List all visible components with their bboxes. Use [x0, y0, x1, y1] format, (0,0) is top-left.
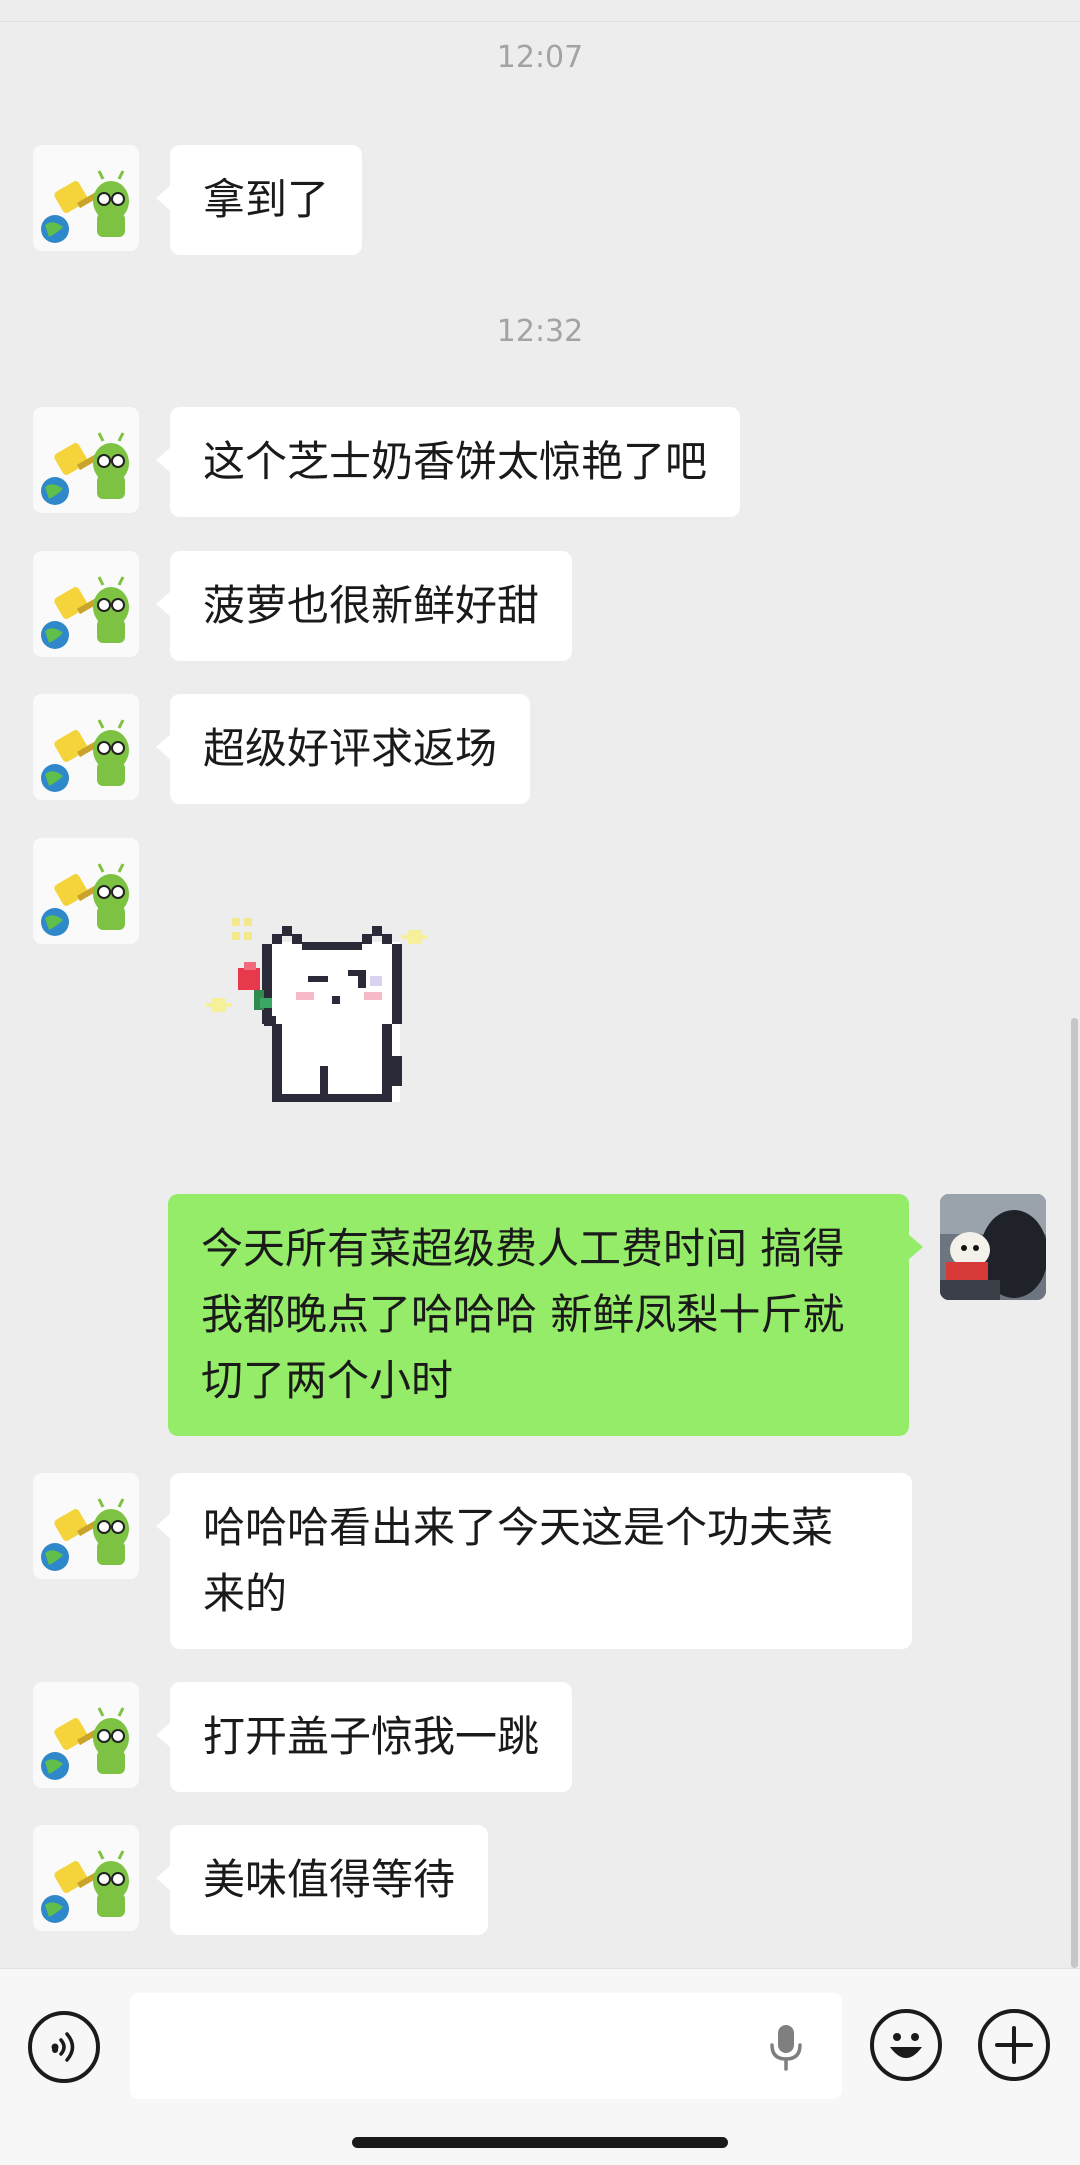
- plus-icon: [995, 2026, 1033, 2064]
- contact-avatar[interactable]: [33, 1473, 139, 1579]
- timestamp: 12:07: [496, 40, 584, 75]
- android-hammer-avatar-icon: [33, 145, 139, 251]
- emoji-icon: [890, 2033, 922, 2058]
- message-bubble-outgoing[interactable]: 今天所有菜超级费人工费时间 搞得 我都晚点了哈哈哈 新鲜凤梨十斤就 切了两个小时: [168, 1194, 923, 1436]
- pixel-cat-sticker-icon: [206, 918, 428, 1102]
- android-hammer-avatar-icon: [33, 694, 139, 800]
- message-bubble-incoming[interactable]: 打开盖子惊我一跳: [155, 1682, 573, 1792]
- message-bubble-incoming[interactable]: 这个芝士奶香饼太惊艳了吧: [155, 407, 741, 517]
- contact-avatar[interactable]: [33, 407, 139, 513]
- timestamp: 12:32: [496, 314, 584, 349]
- android-hammer-avatar-icon: [33, 551, 139, 657]
- android-hammer-avatar-icon: [33, 838, 139, 944]
- message-bubble-incoming[interactable]: 哈哈哈看出来了今天这是个功夫菜 来的: [156, 1473, 912, 1649]
- dog-photo-avatar-icon: [940, 1194, 1046, 1300]
- android-hammer-avatar-icon: [33, 1682, 139, 1788]
- android-hammer-avatar-icon: [33, 1473, 139, 1579]
- input-bar: [0, 1968, 1080, 2165]
- contact-avatar[interactable]: [33, 1682, 139, 1788]
- message-bubble-incoming[interactable]: 美味值得等待: [155, 1825, 489, 1935]
- microphone-icon[interactable]: [766, 2023, 806, 2073]
- message-bubble-incoming[interactable]: 菠萝也很新鲜好甜: [155, 551, 573, 661]
- chat-screen: 12:07 拿到了 12:32 这个芝士奶香饼太惊艳了吧 菠萝也很新鲜好甜 超级…: [0, 0, 1080, 2165]
- contact-avatar[interactable]: [33, 838, 139, 944]
- top-divider: [0, 0, 1080, 22]
- voice-mode-icon: [51, 2032, 75, 2062]
- contact-avatar[interactable]: [33, 1825, 139, 1931]
- contact-avatar[interactable]: [33, 145, 139, 251]
- message-list[interactable]: 12:07 拿到了 12:32 这个芝士奶香饼太惊艳了吧 菠萝也很新鲜好甜 超级…: [0, 0, 1080, 1968]
- more-options-button[interactable]: [978, 2009, 1050, 2081]
- android-hammer-avatar-icon: [33, 407, 139, 513]
- emoji-button[interactable]: [870, 2009, 942, 2081]
- android-hammer-avatar-icon: [33, 1825, 139, 1931]
- voice-mode-button[interactable]: [28, 2011, 100, 2083]
- sticker-message[interactable]: [200, 906, 440, 1116]
- contact-avatar[interactable]: [33, 694, 139, 800]
- my-avatar[interactable]: [940, 1194, 1046, 1300]
- message-bubble-incoming[interactable]: 超级好评求返场: [155, 694, 531, 804]
- home-indicator[interactable]: [352, 2137, 728, 2148]
- message-bubble-incoming[interactable]: 拿到了: [155, 145, 363, 255]
- message-input[interactable]: [130, 1993, 842, 2099]
- contact-avatar[interactable]: [33, 551, 139, 657]
- scrollbar[interactable]: [1071, 1018, 1078, 1968]
